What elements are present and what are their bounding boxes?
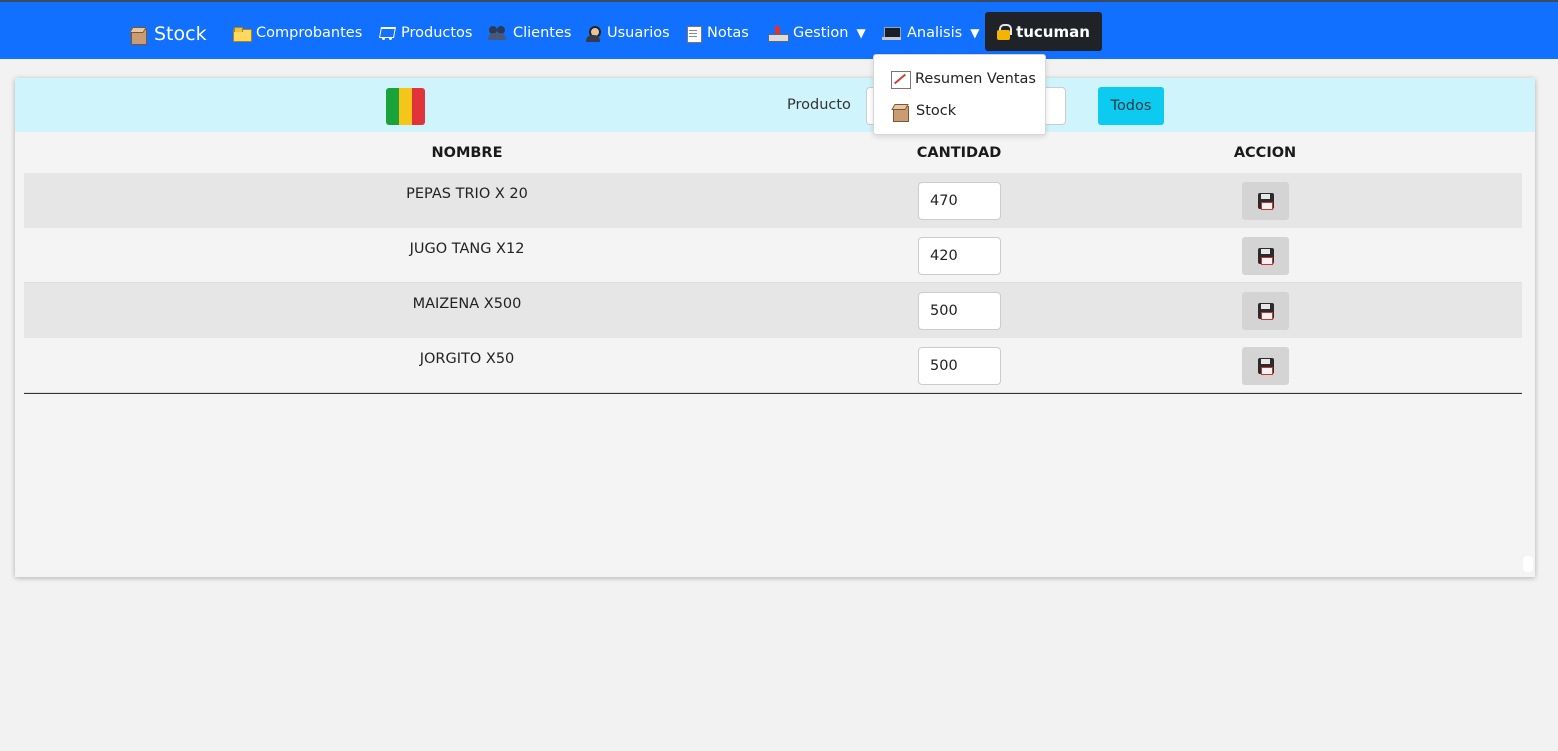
floppy-disk-icon — [1257, 358, 1274, 375]
nav-usuarios-label: Usuarios — [607, 25, 670, 41]
save-button[interactable] — [1242, 347, 1289, 385]
nav-gestion-label: Gestion — [793, 25, 849, 41]
table-row: MAIZENA X500 — [24, 283, 1522, 338]
product-name: JUGO TANG X12 — [409, 241, 525, 257]
stock-card: Producto Todos NOMBRE CANTIDAD ACCION PE… — [15, 78, 1535, 577]
floppy-disk-icon — [1257, 248, 1274, 265]
cart-icon — [377, 25, 395, 41]
nav-usuarios[interactable]: Usuarios — [585, 23, 670, 43]
table-row: JUGO TANG X12 — [24, 228, 1522, 283]
quantity-input[interactable] — [918, 182, 1001, 220]
scroll-handle[interactable] — [1523, 556, 1533, 572]
todos-button[interactable]: Todos — [1098, 87, 1164, 125]
save-button[interactable] — [1242, 182, 1289, 220]
flag-icon[interactable] — [386, 88, 425, 125]
nav-analisis-label: Analisis — [907, 25, 963, 41]
nav-clientes-label: Clientes — [513, 25, 572, 41]
nav-comprobantes[interactable]: Comprobantes — [233, 23, 362, 43]
menu-item-resumen-ventas[interactable]: Resumen Ventas — [891, 68, 1036, 90]
quantity-input[interactable] — [918, 237, 1001, 275]
caret-down-icon: ▼ — [856, 26, 866, 40]
table-row: PEPAS TRIO X 20 — [24, 173, 1522, 228]
product-name: MAIZENA X500 — [412, 296, 522, 312]
box-icon — [891, 102, 910, 122]
box-icon — [129, 25, 148, 45]
menu-item-label: Stock — [916, 103, 957, 119]
user-menu-button[interactable]: tucuman — [985, 12, 1102, 51]
nav-clientes[interactable]: Clientes — [488, 23, 571, 43]
save-button[interactable] — [1242, 237, 1289, 275]
stock-table: NOMBRE CANTIDAD ACCION PEPAS TRIO X 20 J… — [24, 132, 1522, 393]
user-name: tucuman — [1016, 22, 1090, 41]
menu-item-label: Resumen Ventas — [915, 71, 1036, 87]
save-button[interactable] — [1242, 292, 1289, 330]
menu-item-stock[interactable]: Stock — [891, 100, 956, 122]
folder-icon — [233, 26, 252, 42]
caret-down-icon: ▼ — [970, 26, 980, 40]
brand-label: Stock — [154, 23, 207, 45]
inbox-icon — [768, 25, 789, 42]
nav-comprobantes-label: Comprobantes — [256, 25, 363, 41]
nav-notas[interactable]: Notas — [686, 23, 749, 43]
table-row: JORGITO X50 — [24, 338, 1522, 393]
nav-productos[interactable]: Productos — [377, 23, 472, 43]
floppy-disk-icon — [1257, 303, 1274, 320]
floppy-disk-icon — [1257, 193, 1274, 210]
brand-link[interactable]: Stock — [129, 21, 207, 47]
chart-icon — [891, 71, 911, 89]
product-name: PEPAS TRIO X 20 — [406, 186, 528, 202]
users-icon — [488, 25, 507, 41]
laptop-icon — [882, 26, 901, 41]
product-name: JORGITO X50 — [419, 351, 515, 367]
quantity-input[interactable] — [918, 292, 1001, 330]
filter-toolbar: Producto Todos — [15, 78, 1535, 132]
lock-icon — [997, 23, 1013, 40]
nav-notas-label: Notas — [707, 25, 749, 41]
header-cantidad: CANTIDAD — [916, 145, 1002, 161]
user-icon — [585, 25, 601, 42]
nav-productos-label: Productos — [401, 25, 473, 41]
top-navbar: Stock Comprobantes Productos Clientes Us… — [0, 0, 1558, 59]
nav-gestion-dropdown[interactable]: Gestion ▼ — [768, 23, 866, 43]
quantity-input[interactable] — [918, 347, 1001, 385]
note-icon — [686, 25, 702, 43]
header-accion: ACCION — [1233, 145, 1297, 161]
analisis-dropdown-menu: Resumen Ventas Stock — [873, 54, 1046, 135]
nav-analisis-dropdown[interactable]: Analisis ▼ — [882, 23, 979, 43]
table-bottom-divider — [24, 393, 1522, 394]
table-header: NOMBRE CANTIDAD ACCION — [24, 132, 1522, 173]
header-nombre: NOMBRE — [431, 145, 503, 161]
product-filter-label: Producto — [787, 97, 851, 113]
